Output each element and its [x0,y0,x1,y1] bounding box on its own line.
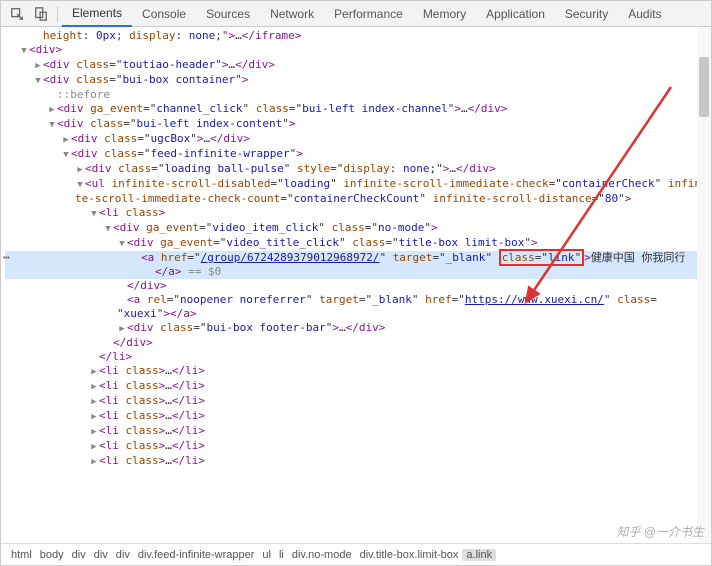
elements-tree[interactable]: height: 0px; display: none;">…</iframe> … [1,27,711,543]
expand-icon[interactable] [33,73,43,88]
dom-line[interactable]: <div class="toutiao-header">…</div> [5,58,711,73]
tab-audits[interactable]: Audits [618,1,671,27]
dom-line[interactable]: <ul infinite-scroll-disabled="loading" i… [5,177,711,206]
highlighted-class-attr: class="link" [499,249,585,266]
crumb-wrapper[interactable]: div.feed-infinite-wrapper [134,549,259,561]
dom-line[interactable]: </div> [5,336,711,350]
dom-line[interactable]: <div class="feed-infinite-wrapper"> [5,147,711,162]
expand-icon[interactable] [89,439,99,454]
vertical-scrollbar[interactable] [697,27,711,543]
gutter-dots-icon: ⋯ [3,251,11,265]
dom-line[interactable]: <div ga_event="video_item_click" class="… [5,221,711,236]
expand-icon[interactable] [103,221,113,236]
expand-icon[interactable] [89,394,99,409]
dom-line[interactable]: <li class>…</li> [5,454,711,469]
expand-icon[interactable] [19,43,29,58]
dom-line[interactable]: <li class>…</li> [5,364,711,379]
crumb-html[interactable]: html [7,549,36,561]
dom-line[interactable]: <li class>…</li> [5,379,711,394]
dom-line[interactable]: <li class> [5,206,711,221]
crumb-div[interactable]: div [112,549,134,561]
expand-icon[interactable] [47,102,57,117]
crumb-nomode[interactable]: div.no-mode [288,549,356,561]
devtools-toolbar: Elements Console Sources Network Perform… [1,1,711,27]
expand-icon[interactable] [89,206,99,221]
dom-line[interactable]: </div> [5,279,711,293]
dom-line[interactable]: </li> [5,350,711,364]
dom-line[interactable]: <li class>…</li> [5,424,711,439]
dom-line[interactable]: <div ga_event="channel_click" class="bui… [5,102,711,117]
href-link[interactable]: https://www.xuexi.cn/ [465,293,604,306]
expand-icon[interactable] [89,409,99,424]
crumb-li[interactable]: li [275,549,288,561]
expand-icon[interactable] [89,364,99,379]
crumb-div[interactable]: div [68,549,90,561]
dom-line[interactable]: <a rel="noopener noreferrer" target="_bl… [5,293,711,321]
tab-sources[interactable]: Sources [196,1,260,27]
dom-line[interactable]: ::before [5,88,711,102]
breadcrumb[interactable]: html body div div div div.feed-infinite-… [1,543,711,565]
device-toggle-icon[interactable] [29,2,53,26]
expand-icon[interactable] [117,236,127,251]
scroll-thumb[interactable] [699,57,709,117]
expand-icon[interactable] [89,454,99,469]
expand-icon[interactable] [61,132,71,147]
crumb-div[interactable]: div [90,549,112,561]
expand-icon[interactable] [47,117,57,132]
dom-line[interactable]: <div class="loading ball-pulse" style="d… [5,162,711,177]
dom-line[interactable]: <div class="ugcBox">…</div> [5,132,711,147]
crumb-body[interactable]: body [36,549,68,561]
tab-network[interactable]: Network [260,1,324,27]
dom-line-selected[interactable]: </a> == $0 [5,265,711,279]
dom-line[interactable]: <div class="bui-left index-content"> [5,117,711,132]
href-link[interactable]: /group/6724289379012968972/ [201,251,380,264]
dom-line[interactable]: <div class="bui-box footer-bar">…</div> [5,321,711,336]
expand-icon[interactable] [75,177,85,192]
expand-icon[interactable] [117,321,127,336]
dom-line[interactable]: <div ga_event="video_title_click" class=… [5,236,711,251]
expand-icon[interactable] [89,424,99,439]
expand-icon[interactable] [33,58,43,73]
expand-icon[interactable] [89,379,99,394]
crumb-alink[interactable]: a.link [462,549,496,561]
dom-line[interactable]: height: 0px; display: none;">…</iframe> [5,29,711,43]
devtools-tabs: Elements Console Sources Network Perform… [62,1,672,27]
crumb-ul[interactable]: ul [258,549,275,561]
tab-elements[interactable]: Elements [62,1,132,27]
dom-line[interactable]: <li class>…</li> [5,409,711,424]
dom-line[interactable]: <li class>…</li> [5,394,711,409]
dom-line[interactable]: <div class="bui-box container"> [5,73,711,88]
dom-line[interactable]: <div> [5,43,711,58]
dom-line[interactable]: <li class>…</li> [5,439,711,454]
tab-console[interactable]: Console [132,1,196,27]
dom-line-selected[interactable]: ⋯<a href="/group/6724289379012968972/" t… [5,251,711,265]
crumb-titlebox[interactable]: div.title-box.limit-box [356,549,463,561]
expand-icon[interactable] [61,147,71,162]
tab-application[interactable]: Application [476,1,555,27]
toolbar-divider [57,6,58,22]
tab-performance[interactable]: Performance [324,1,413,27]
tab-memory[interactable]: Memory [413,1,476,27]
tab-security[interactable]: Security [555,1,618,27]
inspect-icon[interactable] [5,2,29,26]
expand-icon[interactable] [75,162,85,177]
